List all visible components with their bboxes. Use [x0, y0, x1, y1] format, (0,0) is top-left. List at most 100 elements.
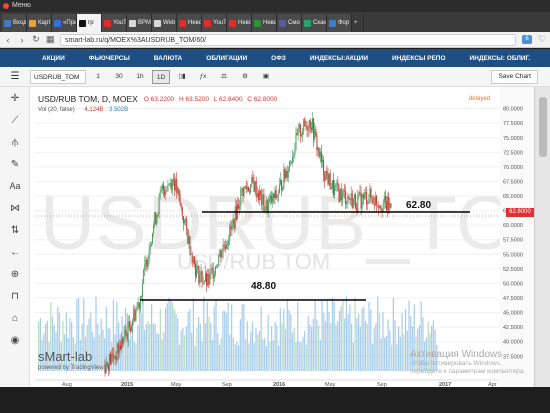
trendline-icon[interactable]: ⟋: [0, 109, 30, 131]
y-tick-label: 70.0000: [503, 165, 523, 171]
candle-body: [197, 265, 199, 269]
candle-body: [296, 133, 298, 136]
text-icon[interactable]: Aa: [0, 175, 30, 197]
interval-30[interactable]: 30: [110, 70, 128, 84]
tab-8[interactable]: YouT: [202, 14, 227, 32]
candle-body: [233, 218, 235, 229]
brush-icon[interactable]: ✎: [0, 153, 30, 175]
candle-body: [362, 194, 364, 199]
candle-body: [207, 274, 209, 286]
candle-body: [340, 188, 342, 201]
candle-body: [135, 309, 137, 321]
volume-bar: [323, 312, 325, 371]
forward-icon[interactable]: ›: [18, 35, 26, 45]
tab-13[interactable]: Фор: [327, 14, 352, 32]
site-nav-item-7[interactable]: ИНДЕКСЫ: ОБЛИГ.: [458, 55, 543, 62]
scrollbar-thumb[interactable]: [539, 97, 547, 157]
site-nav-item-4[interactable]: ОФЗ: [259, 55, 298, 62]
reload-icon[interactable]: ↻: [32, 34, 40, 45]
tab-6[interactable]: Web: [152, 14, 177, 32]
candle-body: [305, 125, 307, 127]
volume-bar: [284, 329, 287, 371]
volume-bar: [123, 325, 125, 371]
url-input[interactable]: smart-lab.ru/q/MOEX%3AUSDRUB_TOM/60/: [60, 33, 516, 46]
candle-body: [221, 252, 223, 258]
candle-body: [310, 127, 312, 130]
volume-bar: [338, 310, 341, 371]
crosshair-icon[interactable]: ✛: [0, 87, 30, 109]
volume-bar: [199, 323, 201, 371]
candle-body: [304, 118, 306, 126]
zoom-icon[interactable]: ⊕: [0, 263, 30, 285]
tab-5[interactable]: BPM.: [127, 14, 152, 32]
site-nav-item-2[interactable]: ВАЛЮТА: [142, 55, 195, 62]
candle-body: [190, 253, 192, 255]
volume-bar: [290, 314, 292, 371]
magnet-icon[interactable]: ⊓: [0, 285, 30, 307]
candle-body: [273, 193, 275, 199]
volume-bar: [333, 301, 335, 371]
volume-bar: [269, 341, 271, 371]
tab-0[interactable]: Вход: [2, 14, 27, 32]
back-icon[interactable]: ‹: [4, 35, 12, 45]
volume-bar: [191, 332, 193, 371]
volume-bar: [314, 300, 316, 371]
heart-icon[interactable]: ♡: [538, 34, 546, 45]
interval-1[interactable]: 1: [89, 70, 107, 84]
tab-10[interactable]: Нево: [252, 14, 277, 32]
site-nav-item-5[interactable]: ИНДЕКСЫ:АКЦИИ: [298, 55, 380, 62]
y-tick-label: 77.5000: [503, 121, 523, 127]
site-nav-item-6[interactable]: ИНДЕКСЫ РЕПО: [380, 55, 457, 62]
candle-body: [174, 180, 176, 191]
interval-1D[interactable]: 1D: [152, 69, 170, 84]
volume-bar: [210, 322, 212, 371]
interval-1h[interactable]: 1h: [131, 70, 149, 84]
volume-bar: [300, 342, 302, 371]
arrow-left-icon[interactable]: ←: [0, 241, 30, 263]
tab-2[interactable]: «При: [52, 14, 77, 32]
menu-icon[interactable]: ☰: [0, 71, 30, 82]
compare-icon[interactable]: ⚖: [215, 70, 233, 84]
pitchfork-icon[interactable]: ⫛: [0, 131, 30, 153]
tab-3[interactable]: гр: [77, 14, 102, 32]
candle-body: [145, 259, 147, 265]
annotation-62-80: 62.80: [406, 200, 432, 211]
candle-style-icon[interactable]: ▯▮: [173, 70, 191, 84]
vertical-scrollbar[interactable]: [534, 87, 550, 387]
extension-badge[interactable]: 6: [522, 35, 532, 44]
menu-label[interactable]: Меню: [12, 2, 31, 9]
volume-bar: [344, 318, 346, 371]
tab-7[interactable]: Нево: [177, 14, 202, 32]
symbol-input[interactable]: USDRUB_TOM: [30, 69, 86, 84]
volume-bar: [283, 309, 285, 371]
tab-9[interactable]: Нево: [227, 14, 252, 32]
new-tab-icon[interactable]: +: [352, 14, 364, 32]
price-chart[interactable]: USDRUB_TOM, D USD/RUB TOM 80.000077.5000…: [30, 87, 534, 387]
opera-menu-icon[interactable]: [3, 3, 9, 9]
site-nav-item-3[interactable]: ОБЛИГАЦИИ: [194, 55, 259, 62]
volume-bar: [224, 311, 226, 371]
lock-icon[interactable]: ⌂: [0, 307, 30, 329]
volume-bar: [335, 325, 337, 371]
tab-11[interactable]: Смо: [277, 14, 302, 32]
camera-icon[interactable]: ▣: [257, 70, 275, 84]
eye-icon[interactable]: ◉: [0, 329, 30, 351]
tab-1[interactable]: Карт: [27, 14, 52, 32]
save-chart-button[interactable]: Save Chart: [491, 70, 538, 84]
settings-icon[interactable]: ⚙: [236, 70, 254, 84]
volume-bar: [177, 318, 179, 371]
tab-4[interactable]: YouT: [102, 14, 127, 32]
candle-body: [336, 182, 338, 185]
volume-bar: [95, 296, 97, 371]
tab-12[interactable]: Скан: [302, 14, 327, 32]
tab-label: BPM.: [138, 20, 152, 26]
indicators-icon[interactable]: ƒx: [194, 70, 212, 84]
pattern-icon[interactable]: ⋈: [0, 197, 30, 219]
site-nav-item-1[interactable]: ФЬЮЧЕРСЫ: [77, 55, 142, 62]
tab-favicon-icon: [54, 19, 61, 27]
site-nav-item-0[interactable]: АКЦИИ: [30, 55, 77, 62]
candle-body: [245, 186, 247, 190]
prediction-icon[interactable]: ⇅: [0, 219, 30, 241]
grid-icon[interactable]: ▦: [46, 34, 55, 45]
candle-body: [124, 330, 126, 338]
